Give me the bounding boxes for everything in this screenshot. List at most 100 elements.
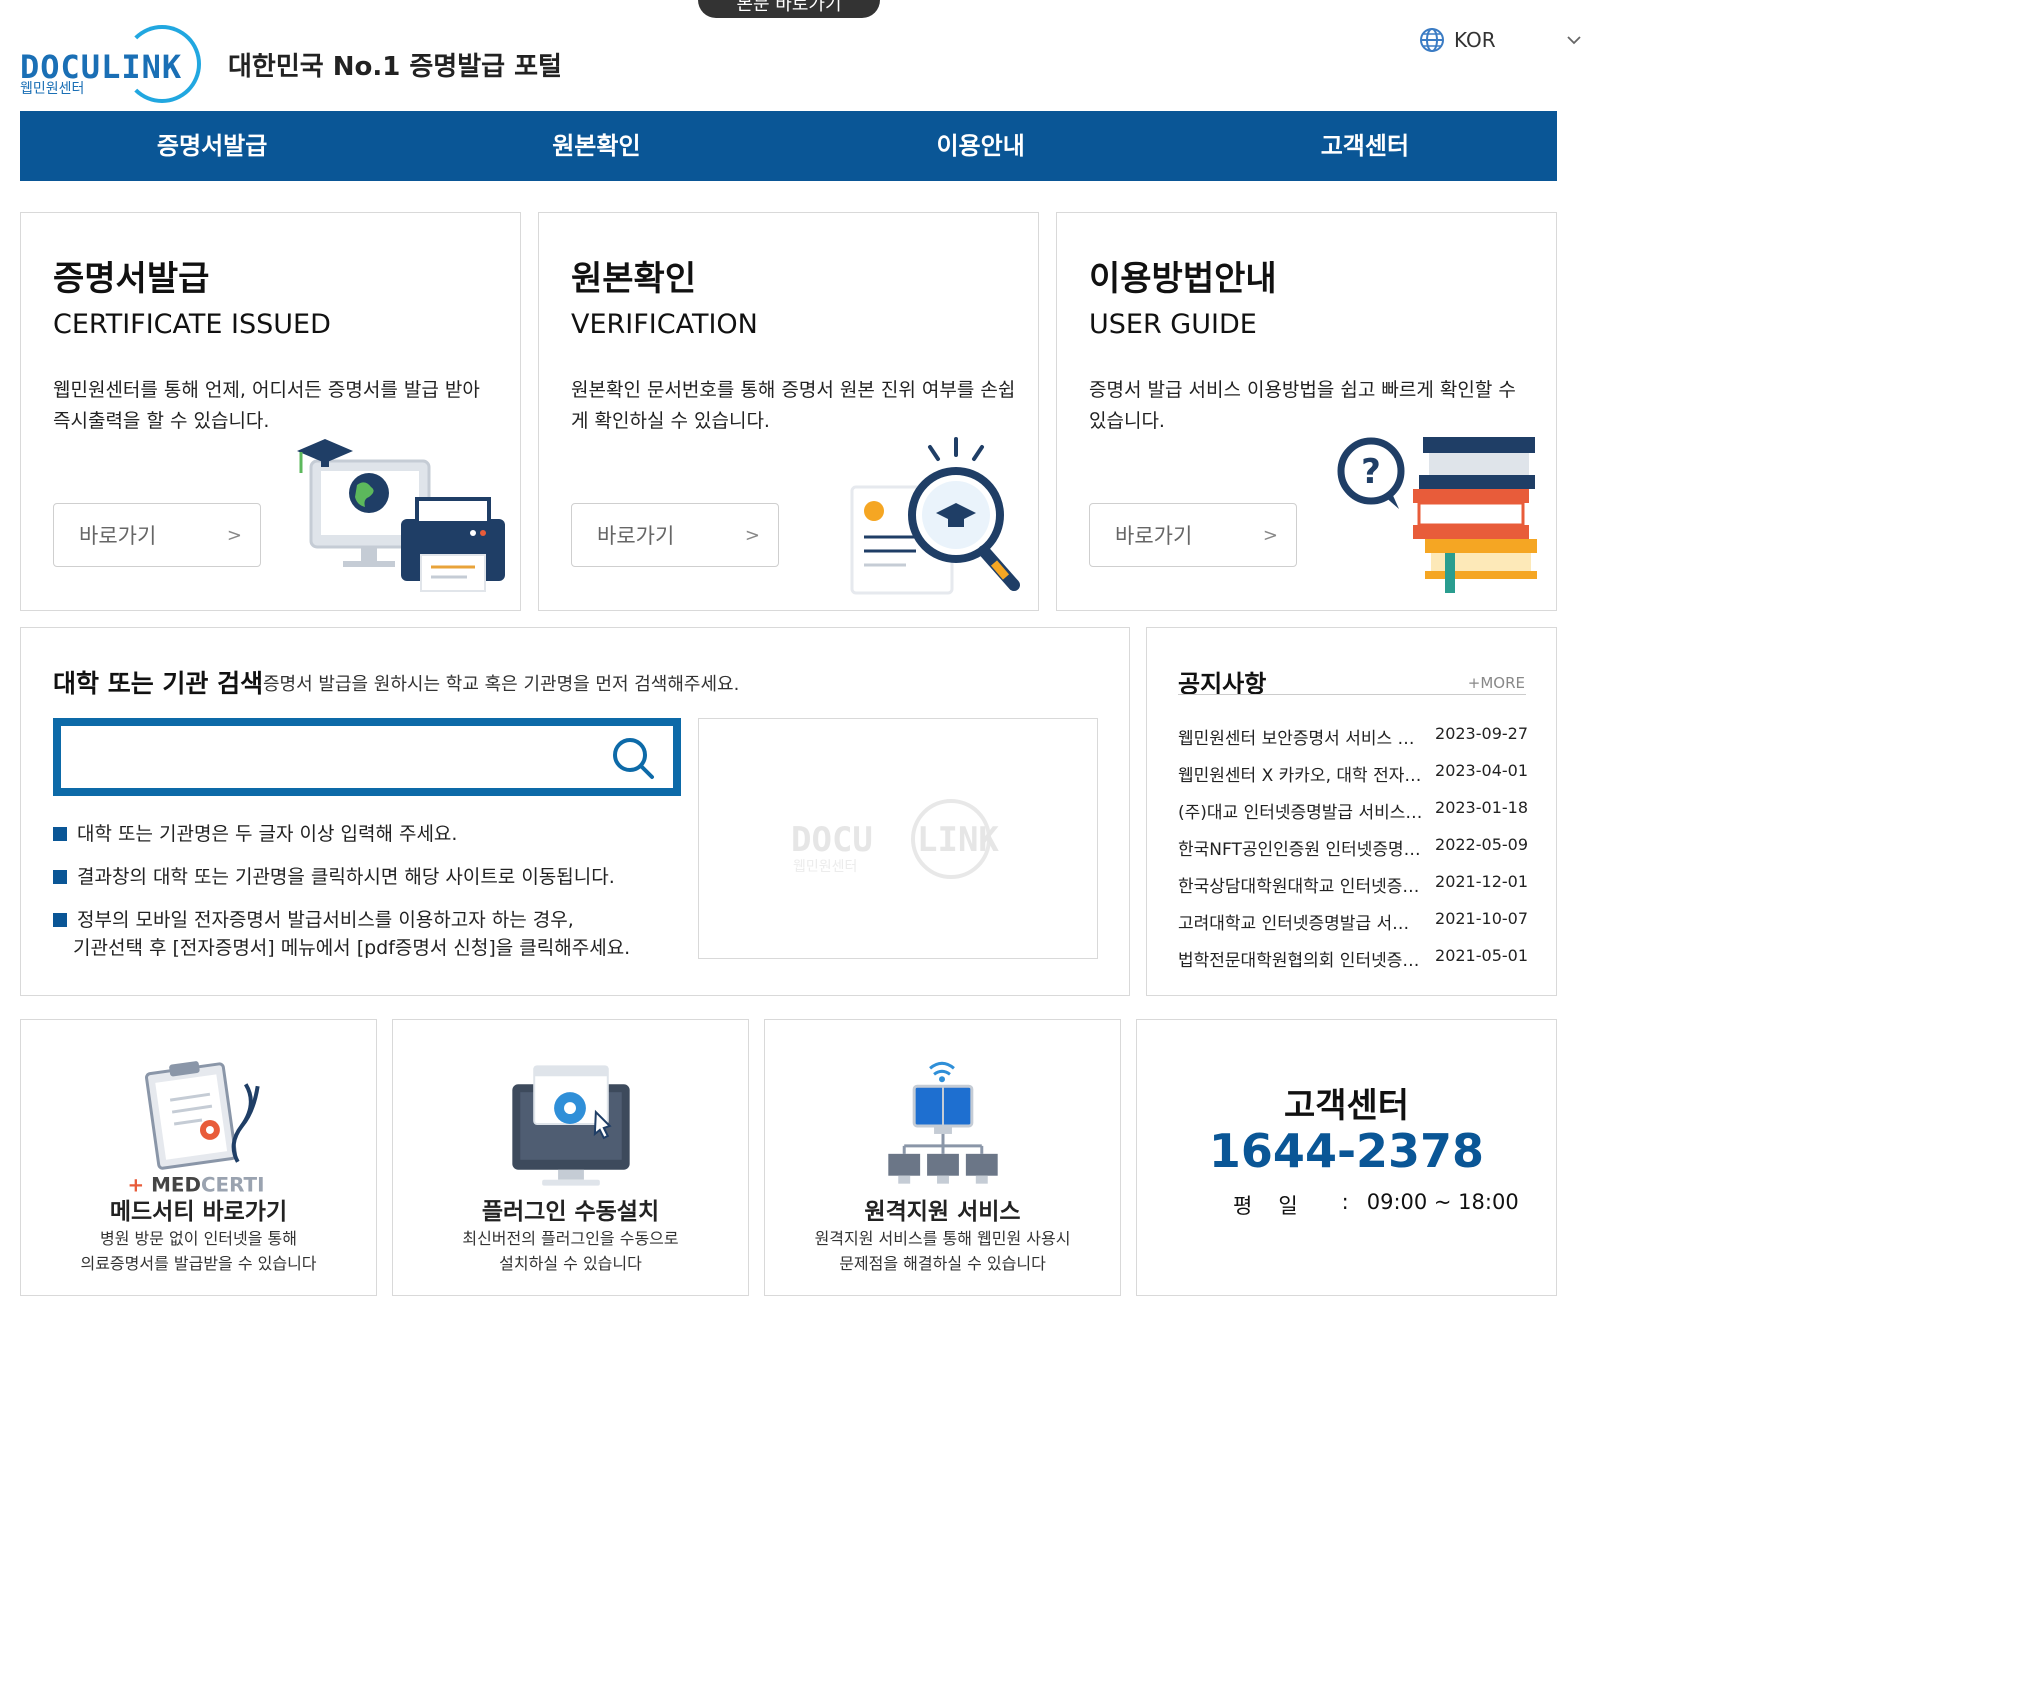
box-description-line: 최신버전의 플러그인을 수동으로 <box>462 1229 679 1248</box>
certificate-magnifier-icon <box>850 437 1020 595</box>
go-button-verification[interactable]: 바로가기 > <box>571 503 779 567</box>
go-button-arrow: > <box>744 524 760 546</box>
notice-item[interactable]: 웹민원센터 X 카카오, 대학 전자증명서 발급 안내 2023-04-01 <box>1178 761 1528 798</box>
nav-item-certificate-issue[interactable]: 증명서발급 <box>20 111 404 181</box>
notice-divider <box>1178 694 1526 695</box>
nav-item-customer-center[interactable]: 고객센터 <box>1173 111 1557 181</box>
search-tip: 정부의 모바일 전자증명서 발급서비스를 이용하고자 하는 경우, 기관선택 후… <box>53 906 693 962</box>
logo-subtitle: 웹민원센터 <box>20 81 85 97</box>
ghost-logo-sub: 웹민원센터 <box>793 859 857 875</box>
notice-item[interactable]: 한국NFT공인인증원 인터넷증명발급 서비스 오픈 안내 2022-05-09 <box>1178 835 1528 872</box>
monitor-gear-icon <box>512 1065 630 1186</box>
network-wifi-icon <box>888 1061 998 1184</box>
box-description: 최신버전의 플러그인을 수동으로 설치하실 수 있습니다 <box>393 1226 748 1276</box>
notice-item-title: (주)대교 인터넷증명발급 서비스 오픈 안내 <box>1178 803 1423 823</box>
go-button-label: 바로가기 <box>597 524 675 548</box>
globe-icon <box>1420 28 1444 52</box>
remote-support-box[interactable]: 원격지원 서비스 원격지원 서비스를 통해 웹민원 사용시 문제점을 해결하실 … <box>764 1019 1121 1296</box>
skip-to-content-link[interactable]: 본문 바로가기 <box>698 0 880 18</box>
card-description: 증명서 발급 서비스 이용방법을 쉽고 빠르게 확인할 수 있습니다. <box>1089 379 1516 432</box>
box-description-line: 병원 방문 없이 인터넷을 통해 <box>100 1229 297 1248</box>
search-tip-text-line2: 기관선택 후 [전자증명서] 메뉴에서 [pdf증명서 신청]을 클릭해주세요. <box>73 937 631 959</box>
notice-item-date: 2021-12-01 <box>1435 872 1528 891</box>
notice-item[interactable]: (주)대교 인터넷증명발급 서비스 오픈 안내 2023-01-18 <box>1178 798 1528 835</box>
institution-search-panel: 대학 또는 기관 검색 증명서 발급을 원하시는 학교 혹은 기관명을 먼저 검… <box>20 627 1130 996</box>
notice-item-title: 고려대학교 인터넷증명발급 서비스 오픈 안내 <box>1178 914 1423 934</box>
card-title: 증명서발급 <box>53 259 210 299</box>
clipboard-stethoscope-icon: + MEDCERTI <box>128 1061 264 1197</box>
notice-item[interactable]: 법학전문대학원협의회 인터넷증명발급 서비스 오픈 안내 2021-05-01 <box>1178 946 1528 983</box>
go-button-arrow: > <box>226 524 242 546</box>
box-description: 원격지원 서비스를 통해 웹민원 사용시 문제점을 해결하실 수 있습니다 <box>765 1226 1120 1276</box>
hours-label: 평일 <box>1233 1194 1324 1218</box>
search-tips: 대학 또는 기관명은 두 글자 이상 입력해 주세요. 결과창의 대학 또는 기… <box>53 820 693 977</box>
card-description: 웹민원센터를 통해 언제, 어디서든 증명서를 발급 받아 즉시출력을 할 수 … <box>53 379 480 432</box>
box-description-line: 의료증명서를 발급받을 수 있습니다 <box>80 1254 317 1273</box>
box-description: 병원 방문 없이 인터넷을 통해 의료증명서를 발급받을 수 있습니다 <box>21 1226 376 1276</box>
go-button-user-guide[interactable]: 바로가기 > <box>1089 503 1297 567</box>
notice-item-title: 한국NFT공인인증원 인터넷증명발급 서비스 오픈 안내 <box>1178 840 1423 860</box>
box-description-line: 문제점을 해결하실 수 있습니다 <box>839 1254 1046 1273</box>
svg-text:?: ? <box>1361 452 1381 492</box>
hours-value: 09:00 ~ 18:00 <box>1366 1190 1519 1214</box>
search-icon[interactable] <box>611 736 655 780</box>
notice-item-title: 웹민원센터 보안증명서 서비스 오픈 안내 <box>1178 729 1423 749</box>
page: 본문 바로가기 DOCULINK 웹민원센터 대한민국 No.1 증명발급 포털… <box>0 0 1581 1314</box>
search-description: 증명서 발급을 원하시는 학교 혹은 기관명을 먼저 검색해주세요. <box>263 674 740 695</box>
notice-item[interactable]: 고려대학교 인터넷증명발급 서비스 오픈 안내 2021-10-07 <box>1178 909 1528 946</box>
card-title: 원본확인 <box>571 259 697 299</box>
notice-item-date: 2022-05-09 <box>1435 835 1528 854</box>
go-button-label: 바로가기 <box>1115 524 1193 548</box>
plugin-install-box[interactable]: 플러그인 수동설치 최신버전의 플러그인을 수동으로 설치하실 수 있습니다 <box>392 1019 749 1296</box>
chevron-down-icon <box>1567 36 1581 45</box>
box-title: 메드서티 바로가기 <box>109 1199 288 1225</box>
notice-item-date: 2023-04-01 <box>1435 761 1528 780</box>
main-nav: 증명서발급 원본확인 이용안내 고객센터 <box>20 111 1557 181</box>
customer-center-title: 고객센터 <box>1283 1086 1410 1126</box>
go-button-arrow: > <box>1262 524 1278 546</box>
notice-item-date: 2023-01-18 <box>1435 798 1528 817</box>
site-logo[interactable]: DOCULINK 웹민원센터 <box>20 22 216 103</box>
notice-item-title: 웹민원센터 X 카카오, 대학 전자증명서 발급 안내 <box>1178 766 1423 786</box>
search-tip: 결과창의 대학 또는 기관명을 클릭하시면 해당 사이트로 이동됩니다. <box>53 863 693 891</box>
search-tip-text: 결과창의 대학 또는 기관명을 클릭하시면 해당 사이트로 이동됩니다. <box>77 866 615 888</box>
notice-item-title: 한국상담대학원대학교 인터넷증명발급 서비스 오픈 안내 <box>1178 877 1423 897</box>
ghost-logo-link: LINK <box>917 820 999 860</box>
notice-list: 웹민원센터 보안증명서 서비스 오픈 안내 2023-09-27 웹민원센터 X … <box>1178 724 1528 983</box>
card-description: 원본확인 문서번호를 통해 증명서 원본 진위 여부를 손쉽게 확인하실 수 있… <box>571 379 1016 432</box>
nav-item-verification[interactable]: 원본확인 <box>404 111 788 181</box>
notice-item-date: 2021-10-07 <box>1435 909 1528 928</box>
medcerti-link-box[interactable]: + MEDCERTI 메드서티 바로가기 병원 방문 없이 인터넷을 통해 의료… <box>20 1019 377 1296</box>
search-tip-text: 정부의 모바일 전자증명서 발급서비스를 이용하고자 하는 경우, <box>77 909 574 931</box>
notice-item-title: 법학전문대학원협의회 인터넷증명발급 서비스 오픈 안내 <box>1178 951 1423 971</box>
notice-item-date: 2023-09-27 <box>1435 724 1528 743</box>
search-title: 대학 또는 기관 검색 <box>53 669 264 698</box>
institution-search-input[interactable] <box>61 726 601 788</box>
ghost-logo-docu: DOCU <box>791 820 873 860</box>
notice-item[interactable]: 웹민원센터 보안증명서 서비스 오픈 안내 2023-09-27 <box>1178 724 1528 761</box>
hours-separator: : <box>1341 1190 1349 1214</box>
box-description-line: 설치하실 수 있습니다 <box>499 1254 642 1273</box>
go-button-certificate-issue[interactable]: 바로가기 > <box>53 503 261 567</box>
box-description-line: 원격지원 서비스를 통해 웹민원 사용시 <box>814 1229 1071 1248</box>
notice-item-date: 2021-05-01 <box>1435 946 1528 965</box>
card-user-guide: 이용방법안내 USER GUIDE 증명서 발급 서비스 이용방법을 쉽고 빠르… <box>1056 212 1557 611</box>
card-subtitle: CERTIFICATE ISSUED <box>53 309 331 340</box>
notice-panel: 공지사항 +MORE 웹민원센터 보안증명서 서비스 오픈 안내2023-09-… <box>1146 627 1557 996</box>
card-subtitle: VERIFICATION <box>571 309 758 340</box>
docu-link-watermark-logo: DOCU LINK 웹민원센터 <box>791 799 999 879</box>
search-box <box>53 718 681 796</box>
card-subtitle: USER GUIDE <box>1089 309 1257 340</box>
notice-item[interactable]: 한국상담대학원대학교 인터넷증명발급 서비스 오픈 안내 2021-12-01 <box>1178 872 1528 909</box>
go-button-label: 바로가기 <box>79 524 157 548</box>
search-results-placeholder: DOCU LINK 웹민원센터 <box>698 718 1098 959</box>
notice-more-link[interactable]: +MORE <box>1468 674 1525 692</box>
language-selector[interactable]: KOR <box>1418 26 1582 54</box>
search-tip: 대학 또는 기관명은 두 글자 이상 입력해 주세요. <box>53 820 693 848</box>
site-tagline: 대한민국 No.1 증명발급 포털 <box>228 52 562 82</box>
customer-center-box: 고객센터 1644-2378 평일 : 09:00 ~ 18:00 <box>1136 1019 1557 1296</box>
computer-printer-icon <box>297 439 505 592</box>
nav-item-guide[interactable]: 이용안내 <box>789 111 1173 181</box>
card-certificate-issue: 증명서발급 CERTIFICATE ISSUED 웹민원센터를 통해 언제, 어… <box>20 212 521 611</box>
customer-center-phone[interactable]: 1644-2378 <box>1137 1124 1556 1178</box>
